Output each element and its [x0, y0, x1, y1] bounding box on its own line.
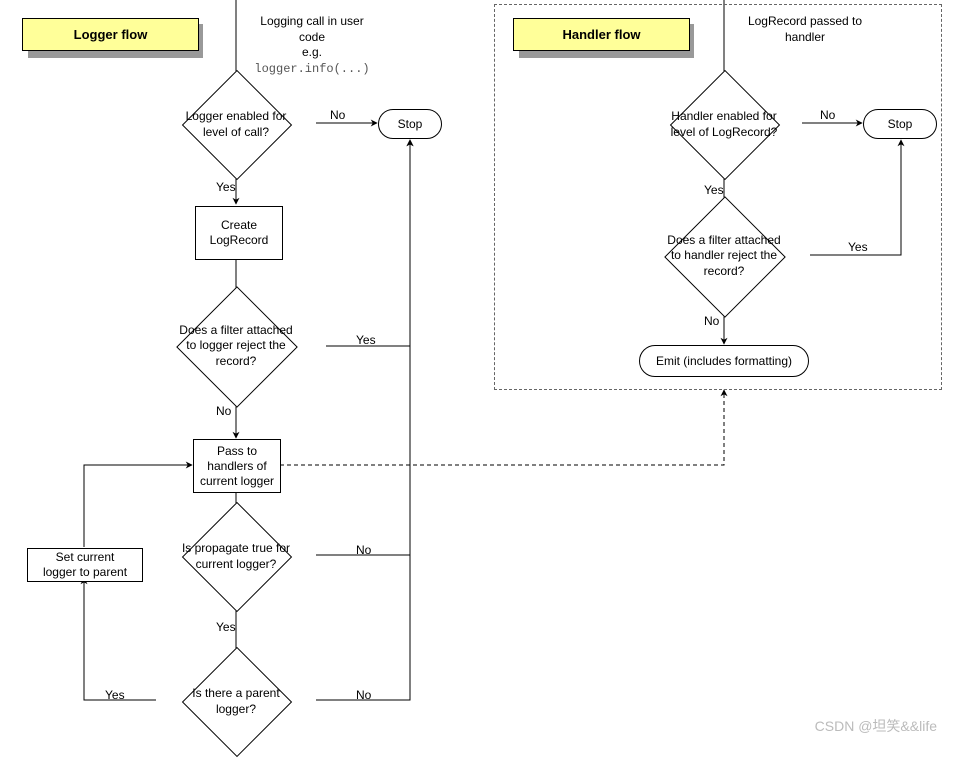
d4-no: No: [356, 688, 371, 702]
d1-yes: Yes: [216, 180, 236, 194]
d3-text: Is propagate true forcurrent logger?: [166, 540, 306, 574]
logger-flow-title: Logger flow: [22, 18, 199, 51]
set-current-parent: Set currentlogger to parent: [27, 548, 143, 582]
d3-no: No: [356, 543, 371, 557]
emit-text: Emit (includes formatting): [656, 354, 792, 369]
logger-flow-title-text: Logger flow: [74, 27, 148, 42]
logger-start-l2: e.g.: [302, 45, 322, 59]
d4-yes: Yes: [105, 688, 125, 702]
handler-start-note: LogRecord passed to handler: [735, 14, 875, 45]
d2-yes: Yes: [356, 333, 376, 347]
stop-logger-text: Stop: [398, 117, 423, 132]
logger-start-note: Logging call in user code e.g. logger.in…: [247, 14, 377, 77]
create-logrecord: CreateLogRecord: [195, 206, 283, 260]
pass-to-handlers: Pass tohandlers ofcurrent logger: [193, 439, 281, 493]
d3-yes: Yes: [216, 620, 236, 634]
h1-text: Handler enabled forlevel of LogRecord?: [654, 108, 794, 142]
logger-start-l3: logger.info(...): [254, 62, 369, 76]
d1-no: No: [330, 108, 345, 122]
handler-flow-title-text: Handler flow: [562, 27, 640, 42]
logger-start-l1: Logging call in user code: [260, 14, 363, 44]
h1-yes: Yes: [704, 183, 724, 197]
d2-no: No: [216, 404, 231, 418]
d4-text: Is there a parentlogger?: [170, 685, 302, 719]
d2-text: Does a filter attachedto logger reject t…: [164, 322, 308, 370]
stop-handler-text: Stop: [888, 117, 913, 132]
watermark: CSDN @坦笑&&life: [815, 716, 937, 736]
handler-start-l1: LogRecord passed to: [748, 14, 862, 28]
h2-yes: Yes: [848, 240, 868, 254]
stop-handler: Stop: [863, 109, 937, 139]
h1-no: No: [820, 108, 835, 122]
stop-logger: Stop: [378, 109, 442, 139]
h2-no: No: [704, 314, 719, 328]
handler-panel: [494, 4, 942, 390]
flowchart-canvas: Logger flow Logging call in user code e.…: [0, 0, 955, 758]
handler-start-l2: handler: [785, 30, 825, 44]
d1-text: Logger enabled forlevel of call?: [170, 108, 302, 142]
h2-text: Does a filter attachedto handler reject …: [652, 232, 796, 280]
emit-term: Emit (includes formatting): [639, 345, 809, 377]
handler-flow-title: Handler flow: [513, 18, 690, 51]
